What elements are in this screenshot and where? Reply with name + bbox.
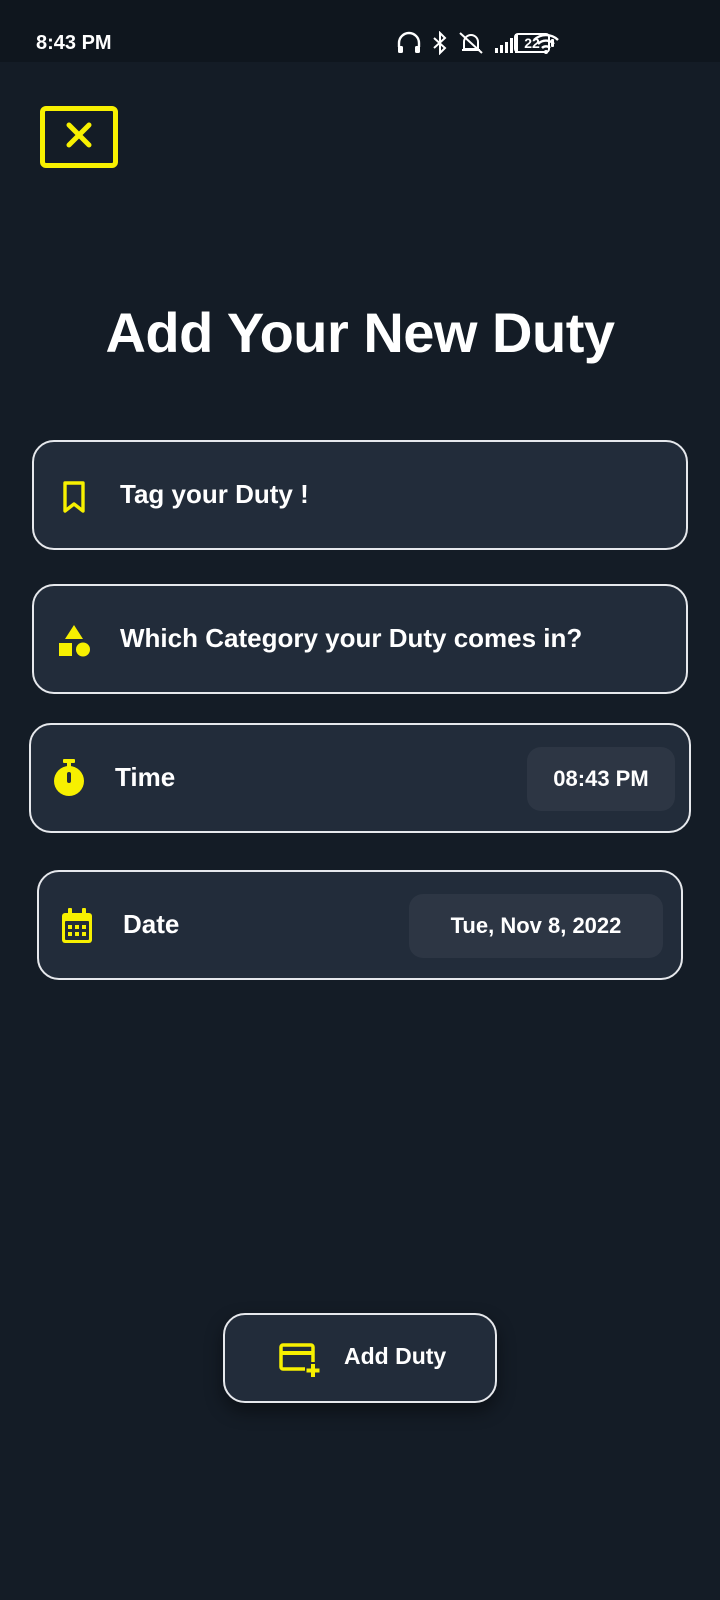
alarm-off-icon <box>458 31 484 55</box>
battery-level: 22 <box>514 33 550 53</box>
category-shapes-icon <box>56 623 92 659</box>
status-time: 8:43 PM <box>36 32 112 54</box>
bookmark-icon <box>56 479 92 515</box>
bluetooth-icon <box>432 31 448 55</box>
calendar-icon <box>59 908 95 944</box>
category-placeholder: Which Category your Duty comes in? <box>120 623 583 653</box>
stopwatch-icon <box>51 759 87 796</box>
add-duty-label: Add Duty <box>344 1343 447 1369</box>
headset-icon <box>396 31 422 55</box>
time-label: Time <box>115 762 176 792</box>
date-field[interactable]: Date Tue, Nov 8, 2022 <box>37 870 683 980</box>
date-value[interactable]: Tue, Nov 8, 2022 <box>409 894 663 958</box>
time-field[interactable]: Time 08:43 PM <box>29 723 691 833</box>
tag-field[interactable]: Tag your Duty ! <box>32 440 688 550</box>
close-button[interactable] <box>40 106 118 168</box>
tag-placeholder: Tag your Duty ! <box>120 479 309 509</box>
category-field[interactable]: Which Category your Duty comes in? <box>32 584 688 694</box>
page-title: Add Your New Duty <box>105 301 615 364</box>
add-card-icon <box>279 1342 321 1383</box>
status-bar: 8:43 PM 22 <box>0 0 720 62</box>
date-label: Date <box>123 909 180 939</box>
add-duty-button[interactable]: Add Duty <box>223 1313 497 1403</box>
battery-icon: 22 <box>514 33 554 53</box>
time-value[interactable]: 08:43 PM <box>527 747 675 811</box>
close-icon <box>64 120 94 155</box>
